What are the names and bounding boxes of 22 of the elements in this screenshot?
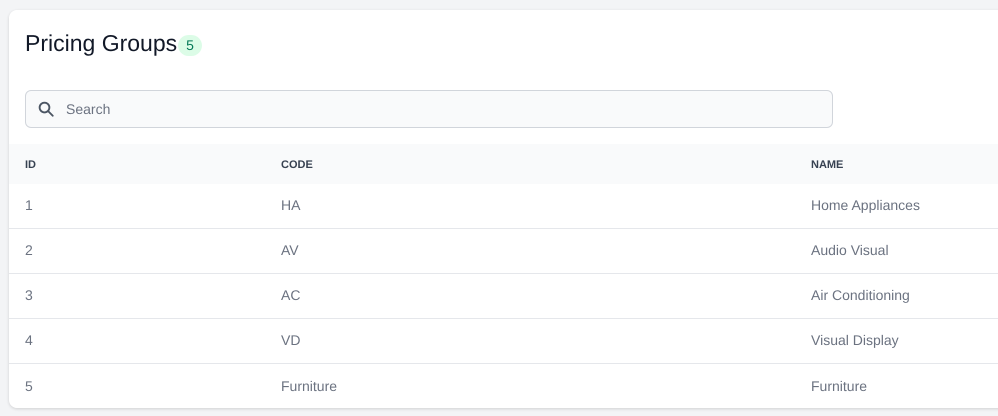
search-field[interactable]: Search: [25, 90, 833, 128]
table-cell: 4: [25, 332, 33, 348]
table-cell: 5: [25, 378, 33, 394]
table-cell: AV: [281, 242, 299, 258]
table-cell: HA: [281, 197, 300, 213]
table-cell: Furniture: [281, 378, 338, 394]
table-cell: Visual Display: [811, 332, 899, 348]
table-cell: Audio Visual: [811, 242, 889, 258]
table-cell: Home Appliances: [811, 197, 920, 213]
table-cell: Air Conditioning: [811, 287, 910, 303]
table-cell: 1: [25, 197, 33, 213]
table-cell: AC: [281, 287, 300, 303]
search-icon: [37, 100, 55, 118]
column-header: NAME: [811, 159, 844, 171]
column-header: CODE: [281, 159, 313, 171]
table-cell: 3: [25, 287, 33, 303]
table-cell: Furniture: [811, 378, 868, 394]
column-header: ID: [25, 159, 36, 171]
count-badge: 5: [178, 34, 202, 56]
table-cell: VD: [281, 332, 300, 348]
table-cell: 2: [25, 242, 33, 258]
page-title: Pricing Groups: [25, 32, 178, 54]
